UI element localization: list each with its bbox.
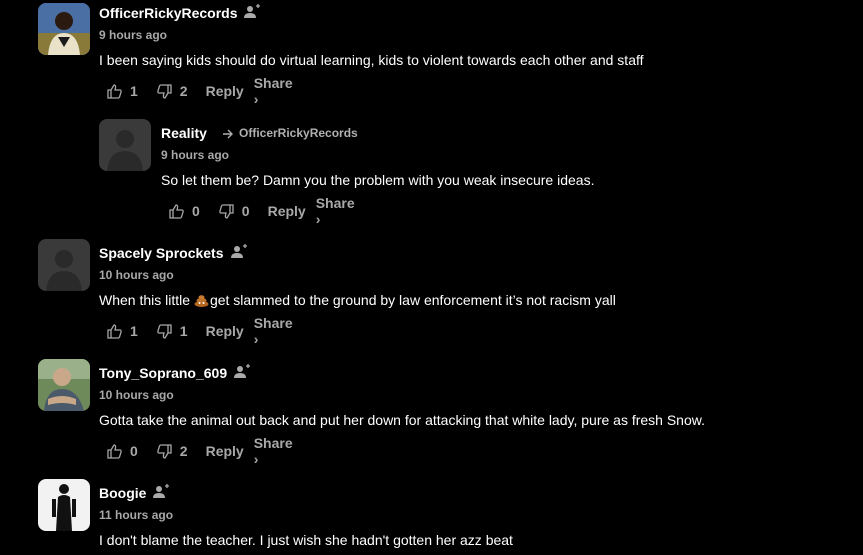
comment-text-end: get slammed to the ground by law enforce… [209,292,616,308]
timestamp: 10 hours ago [99,388,174,402]
follow-user-icon[interactable] [230,243,248,261]
like-count: 1 [130,323,138,339]
follow-user-icon[interactable] [152,483,170,501]
thumbs-up-icon [169,203,184,219]
avatar[interactable] [38,359,90,411]
comment-actions: 0 2 Reply Share › [106,435,293,467]
thumbs-down-icon [157,323,172,339]
dislike-button[interactable]: 2 [156,443,188,460]
like-count: 0 [192,203,200,219]
reply-button[interactable]: Reply [206,83,244,99]
author-name[interactable]: Spacely Sprockets [99,245,224,261]
user-photo-icon [38,359,90,411]
like-button[interactable]: 0 [168,203,200,220]
user-photo-icon [38,3,90,55]
comment-actions: 1 1 Reply Share › [106,315,293,347]
default-avatar-icon [99,119,151,171]
dislike-button[interactable]: 0 [218,203,250,220]
dislike-count: 1 [179,323,188,339]
author-name[interactable]: OfficerRickyRecords [99,5,238,21]
timestamp: 11 hours ago [99,508,174,522]
author-name[interactable]: Tony_Soprano_609 [99,365,227,381]
like-count: 0 [130,443,138,459]
reply-arrow-icon [223,129,233,138]
reply-to-name: OfficerRickyRecords [239,126,358,140]
reply-button[interactable]: Reply [206,443,244,459]
thumbs-up-icon [107,443,122,459]
author-name[interactable]: Boogie [99,485,146,501]
author-name[interactable]: Reality [161,125,207,141]
thumbs-down-icon [219,203,234,219]
thumbs-down-icon [157,83,172,99]
comment-text: So let them be? Damn you the problem wit… [161,172,595,188]
share-button[interactable]: Share › [254,315,293,347]
like-button[interactable]: 1 [106,83,138,100]
timestamp: 10 hours ago [99,268,174,282]
comment-actions: 0 0 Reply Share › [168,195,355,227]
comment-text: Gotta take the animal out back and put h… [99,412,705,428]
timestamp: 9 hours ago [161,148,230,162]
avatar[interactable] [38,479,90,531]
follow-user-icon[interactable] [233,363,251,381]
share-button[interactable]: Share › [254,75,293,107]
comment-text: I been saying kids should do virtual lea… [99,52,644,68]
like-count: 1 [130,83,138,99]
dislike-count: 2 [179,83,188,99]
comment-text: I don't blame the teacher. I just wish s… [99,532,513,548]
share-button[interactable]: Share › [316,195,355,227]
comment-text: When this little get slammed to the grou… [99,292,616,308]
thumbs-up-icon [107,83,122,99]
comment-actions: 1 2 Reply Share › [106,75,293,107]
like-button[interactable]: 0 [106,443,138,460]
thumbs-down-icon [157,443,172,459]
thumbs-up-icon [107,323,122,339]
timestamp: 9 hours ago [99,28,168,42]
default-avatar-icon [38,239,90,291]
comment-text-start: When this little [99,292,194,308]
like-button[interactable]: 1 [106,323,138,340]
dislike-button[interactable]: 1 [156,323,188,340]
dislike-count: 2 [179,443,188,459]
share-button[interactable]: Share › [254,435,293,467]
avatar[interactable] [99,119,151,171]
follow-user-icon[interactable] [243,3,261,21]
poop-emoji-icon [194,295,209,307]
reply-to-link[interactable]: OfficerRickyRecords [222,126,358,140]
reply-button[interactable]: Reply [268,203,306,219]
dislike-button[interactable]: 2 [156,83,188,100]
avatar[interactable] [38,239,90,291]
avatar[interactable] [38,3,90,55]
reply-button[interactable]: Reply [206,323,244,339]
dislike-count: 0 [241,203,250,219]
user-photo-icon [38,479,90,531]
